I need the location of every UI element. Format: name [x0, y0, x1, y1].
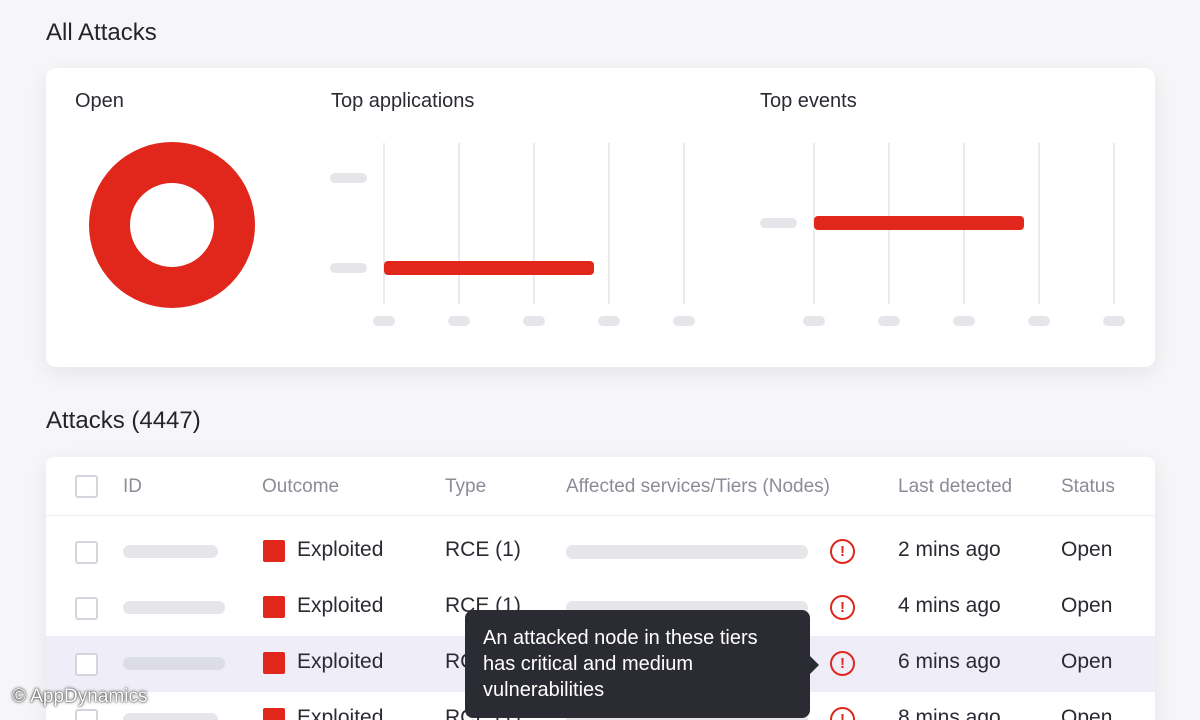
top-events-category-label: [760, 218, 797, 228]
attacks-count-title: Attacks (4447): [46, 407, 201, 434]
table-row[interactable]: Exploited RCE (1) ! 2 mins ago Open: [46, 524, 1155, 580]
type-cell: RCE (1): [445, 538, 521, 561]
row-checkbox[interactable]: [75, 597, 98, 620]
top-applications-tick-label: [523, 316, 545, 326]
warning-icon[interactable]: !: [830, 539, 855, 564]
status-cell: Open: [1061, 594, 1113, 617]
page-title: All Attacks: [46, 19, 157, 46]
top-events-bar: [814, 216, 1024, 230]
row-checkbox[interactable]: [75, 709, 98, 720]
donut-slice: [89, 142, 255, 308]
warning-icon[interactable]: !: [830, 651, 855, 676]
top-events-tick-label: [803, 316, 825, 326]
status-cell: Open: [1061, 650, 1113, 673]
status-cell: Open: [1061, 706, 1113, 720]
status-cell: Open: [1061, 538, 1113, 561]
outcome-cell: Exploited: [297, 538, 384, 561]
copyright-watermark: © AppDynamics: [12, 686, 148, 707]
outcome-cell: Exploited: [297, 706, 384, 720]
outcome-icon: [263, 540, 285, 562]
column-header-type[interactable]: Type: [445, 476, 486, 498]
row-checkbox[interactable]: [75, 541, 98, 564]
row-checkbox[interactable]: [75, 653, 98, 676]
overview-card: Open Top applications Top events: [46, 68, 1155, 367]
column-header-affected[interactable]: Affected services/Tiers (Nodes): [566, 476, 830, 498]
warning-icon[interactable]: !: [830, 707, 855, 720]
top-applications-category-label: [330, 173, 367, 183]
top-applications-tick-label: [673, 316, 695, 326]
warning-icon[interactable]: !: [830, 595, 855, 620]
outcome-cell: Exploited: [297, 650, 384, 673]
top-events-tick-label: [1103, 316, 1125, 326]
affected-placeholder: [566, 545, 808, 559]
outcome-cell: Exploited: [297, 594, 384, 617]
top-events-tick-label: [953, 316, 975, 326]
top-applications-tick-label: [373, 316, 395, 326]
top-applications-category-label: [330, 263, 367, 273]
outcome-icon: [263, 652, 285, 674]
column-header-outcome[interactable]: Outcome: [262, 476, 339, 498]
top-applications-tick-label: [448, 316, 470, 326]
select-all-checkbox[interactable]: [75, 475, 98, 498]
top-events-tick-label: [878, 316, 900, 326]
top-events-tick-label: [1028, 316, 1050, 326]
outcome-icon: [263, 708, 285, 720]
top-applications-bar: [384, 261, 594, 275]
vulnerability-tooltip: An attacked node in these tiers has crit…: [465, 610, 810, 718]
column-header-status[interactable]: Status: [1061, 476, 1115, 498]
outcome-icon: [263, 596, 285, 618]
last-detected-cell: 8 mins ago: [898, 706, 1001, 720]
column-header-last-detected[interactable]: Last detected: [898, 476, 1012, 498]
id-placeholder: [123, 657, 225, 670]
top-applications-tick-label: [598, 316, 620, 326]
id-placeholder: [123, 601, 225, 614]
last-detected-cell: 4 mins ago: [898, 594, 1001, 617]
last-detected-cell: 2 mins ago: [898, 538, 1001, 561]
id-placeholder: [123, 545, 218, 558]
last-detected-cell: 6 mins ago: [898, 650, 1001, 673]
tooltip-arrow: [810, 656, 819, 674]
overview-charts: [89, 142, 1125, 326]
id-placeholder: [123, 713, 218, 720]
column-header-id[interactable]: ID: [123, 476, 142, 498]
table-header: ID Outcome Type Affected services/Tiers …: [46, 457, 1155, 516]
